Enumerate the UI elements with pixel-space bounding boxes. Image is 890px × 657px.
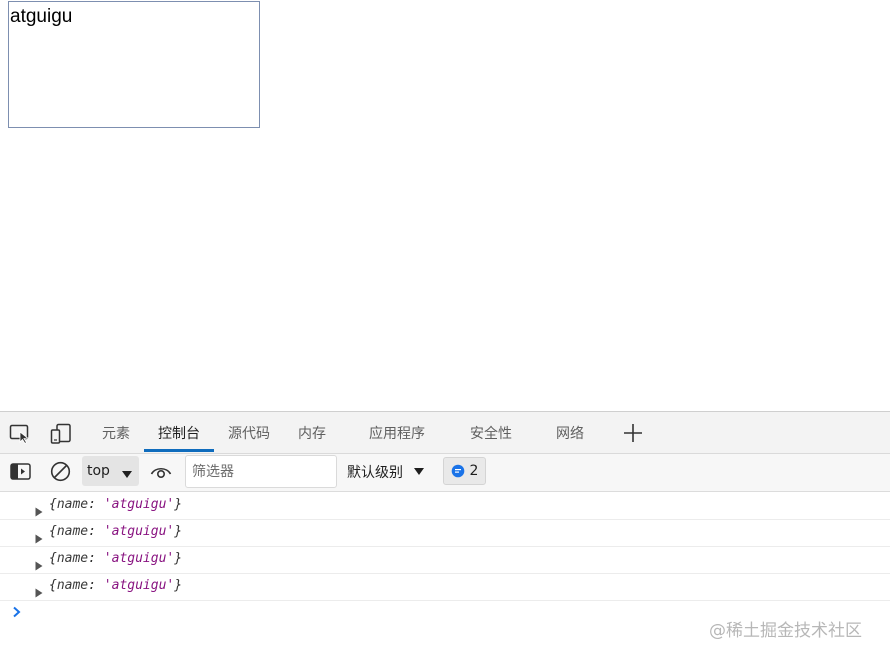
dropdown-arrow-icon xyxy=(121,465,133,484)
expand-triangle-icon[interactable] xyxy=(35,502,43,521)
sidebar-toggle-icon[interactable] xyxy=(9,461,31,481)
tab-security[interactable]: 安全性 xyxy=(464,412,518,453)
chevron-down-icon xyxy=(414,468,424,475)
console-log-row[interactable]: {name: 'atguigu'} xyxy=(0,493,890,520)
tab-network[interactable]: 网络 xyxy=(550,412,590,453)
expand-triangle-icon[interactable] xyxy=(35,529,43,548)
watermark: @稀土掘金技术社区 xyxy=(709,621,862,641)
log-level-select[interactable]: 默认级别 xyxy=(347,460,425,484)
log-object-preview: {name: 'atguigu'} xyxy=(49,497,183,512)
console-output: {name: 'atguigu'} {name: 'atguigu'} {nam… xyxy=(0,493,890,618)
clear-console-icon[interactable] xyxy=(49,460,71,482)
demo-box-text: atguigu xyxy=(10,6,73,27)
tab-elements[interactable]: 元素 xyxy=(96,412,136,453)
console-log-row[interactable]: {name: 'atguigu'} xyxy=(0,574,890,601)
tab-console[interactable]: 控制台 xyxy=(152,412,206,453)
console-prompt-chevron-icon[interactable] xyxy=(12,603,22,622)
plus-icon[interactable] xyxy=(622,422,644,444)
log-level-value: 默认级别 xyxy=(347,465,403,481)
expand-triangle-icon[interactable] xyxy=(35,556,43,575)
log-object-preview: {name: 'atguigu'} xyxy=(49,578,183,593)
tab-sources[interactable]: 源代码 xyxy=(222,412,276,453)
device-emulation-icon[interactable] xyxy=(50,422,72,446)
active-tab-indicator xyxy=(144,449,214,452)
context-value: top xyxy=(87,463,110,479)
log-object-preview: {name: 'atguigu'} xyxy=(49,524,183,539)
filter-input[interactable] xyxy=(185,455,337,488)
message-count: 2 xyxy=(469,463,479,479)
log-object-preview: {name: 'atguigu'} xyxy=(49,551,183,566)
devtools-tabbar: 元素 控制台 源代码 内存 应用程序 安全性 网络 xyxy=(0,412,890,454)
message-icon xyxy=(451,464,464,478)
tab-memory[interactable]: 内存 xyxy=(292,412,332,453)
demo-box: atguigu xyxy=(8,1,260,128)
expand-triangle-icon[interactable] xyxy=(35,583,43,602)
console-log-row[interactable]: {name: 'atguigu'} xyxy=(0,520,890,547)
context-select[interactable]: top xyxy=(82,456,139,486)
tab-application[interactable]: 应用程序 xyxy=(362,412,432,453)
eye-icon[interactable] xyxy=(150,462,172,482)
console-toolbar: top 默认级别 xyxy=(0,454,890,492)
inspect-element-icon[interactable] xyxy=(9,423,31,445)
browser-page: atguigu 元素 控制台 源代码 内存 应用程序 安全性 网络 top 筛选… xyxy=(0,0,890,657)
message-count-badge[interactable]: 2 xyxy=(443,457,486,485)
console-log-row[interactable]: {name: 'atguigu'} xyxy=(0,547,890,574)
